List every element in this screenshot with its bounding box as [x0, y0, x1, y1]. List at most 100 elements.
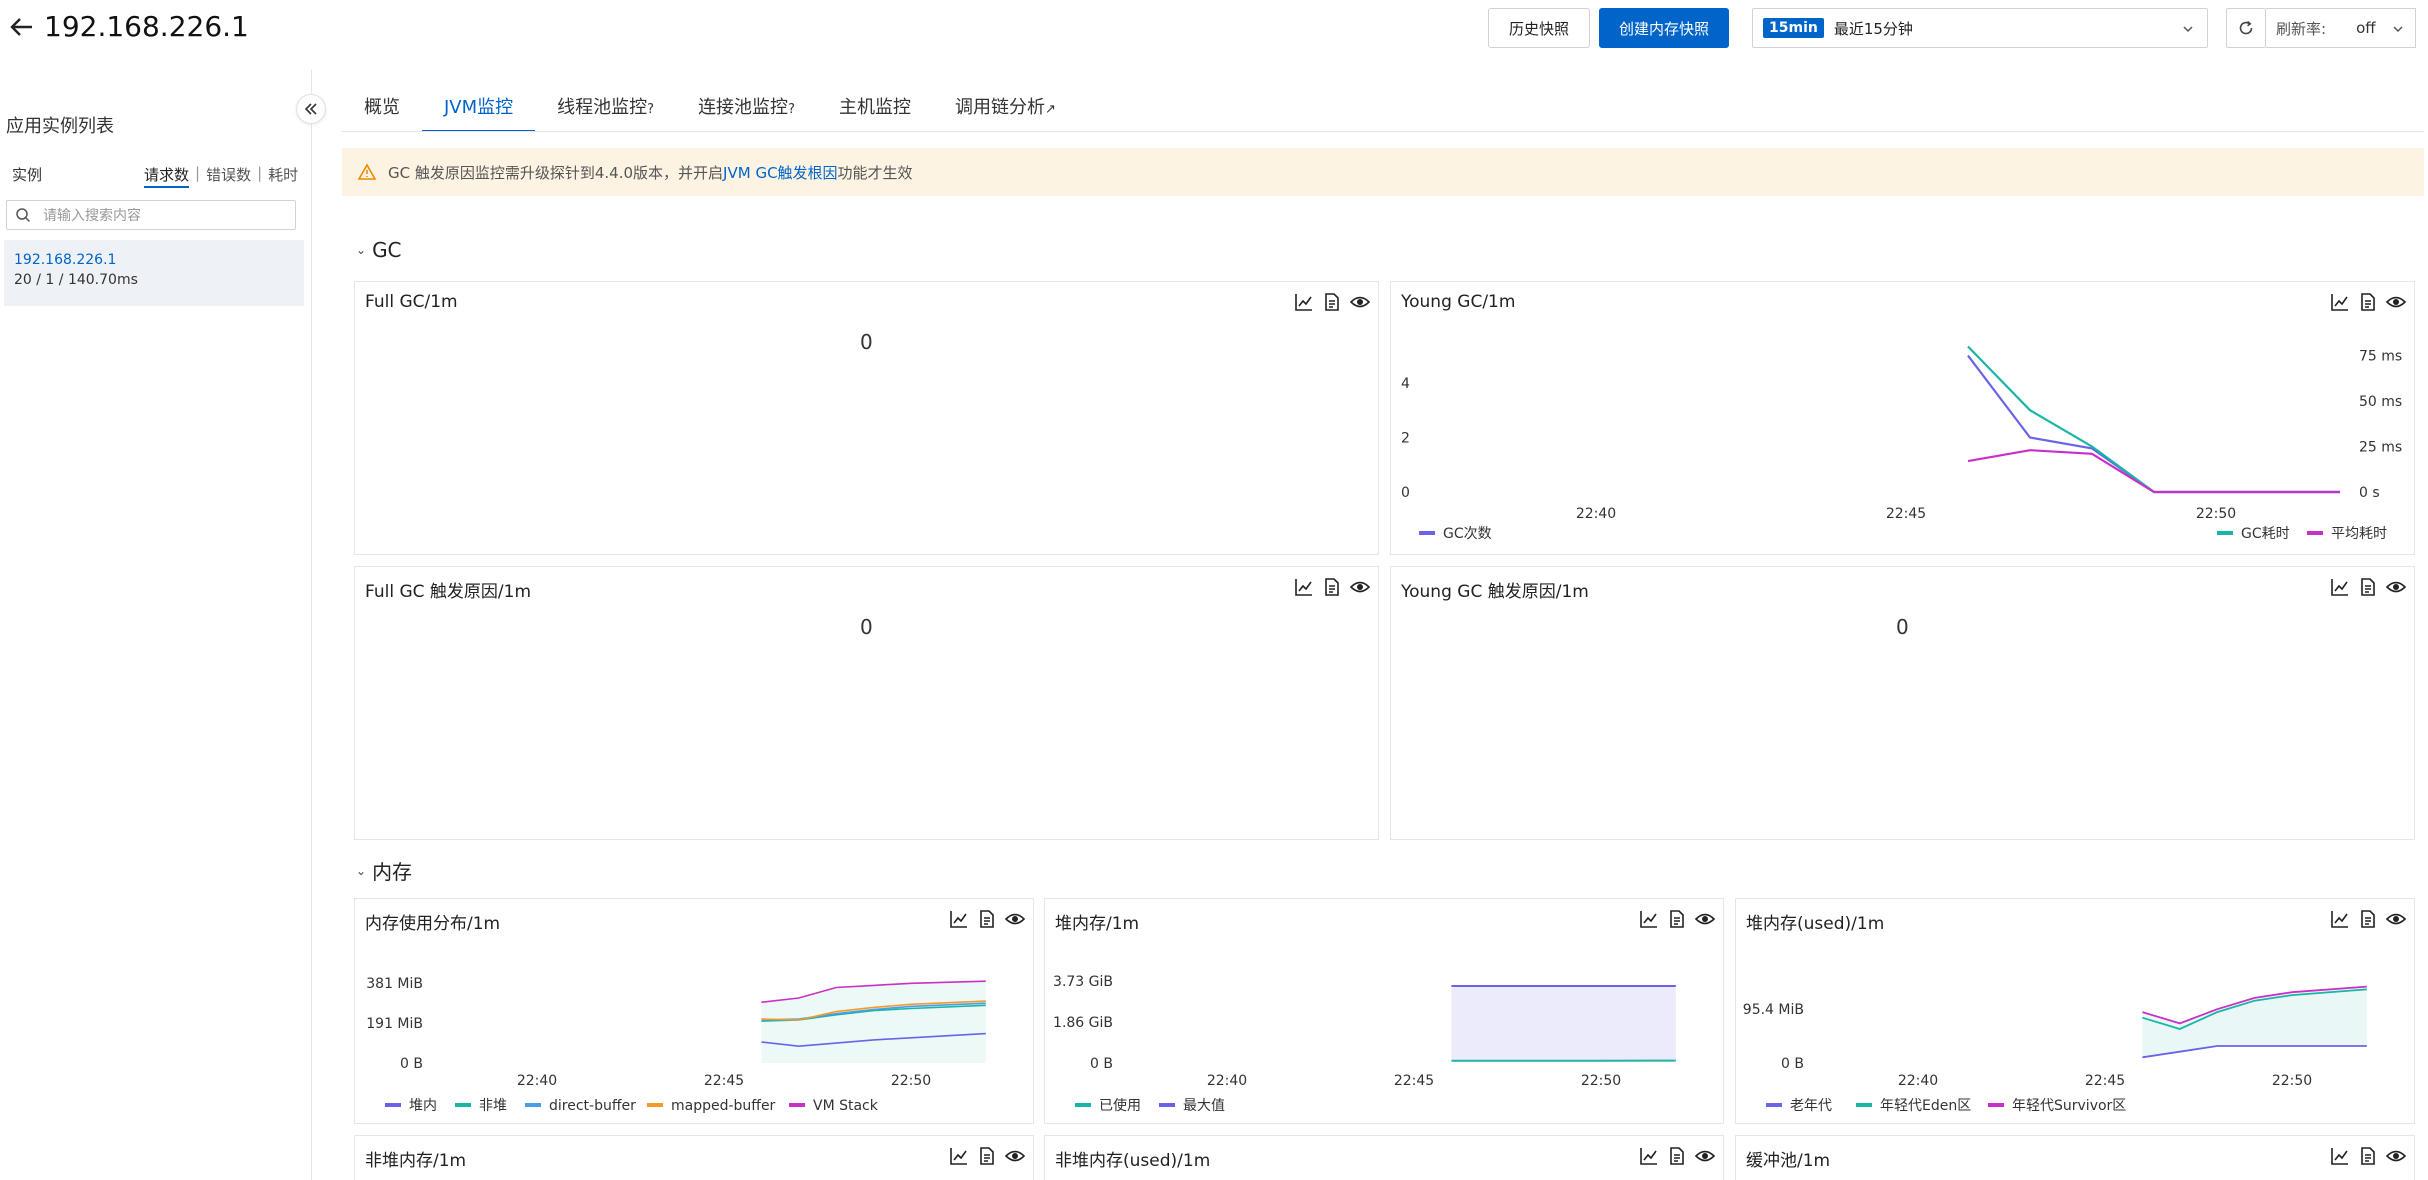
document-icon[interactable] [2358, 1146, 2378, 1166]
y-left-tick-label: 4 [1401, 376, 1410, 392]
x-tick-label: 22:40 [1898, 1073, 1938, 1089]
y-tick-label: 95.4 MiB [1743, 1002, 1804, 1018]
legend-label: direct-buffer [549, 1098, 636, 1114]
tab-threadpool[interactable]: 线程池监控? [535, 90, 676, 132]
eye-icon[interactable] [1350, 577, 1370, 597]
tab-jvm[interactable]: JVM监控 [422, 90, 536, 132]
tab-overview[interactable]: 概览 [342, 90, 422, 132]
card-heap-used: 堆内存(used)/1m 0 B 95.4 MiB 22:40 22:45 22:50 老… [1735, 898, 2415, 1124]
card-young-gc: Young GC/1m 0240 s 25 ms 50 ms 75 ms 22:40 22… [1390, 281, 2415, 555]
tab-connpool[interactable]: 连接池监控? [676, 90, 817, 132]
line-chart-icon[interactable] [1294, 292, 1314, 312]
instance-ip[interactable]: 192.168.226.1 [14, 252, 294, 268]
y-tick-label: 191 MiB [366, 1016, 423, 1032]
eye-icon[interactable] [1695, 1146, 1715, 1166]
tab-trace[interactable]: 调用链分析↗ [933, 90, 1078, 132]
create-memory-snapshot-button[interactable]: 创建内存快照 [1599, 8, 1729, 48]
legend-swatch [455, 1103, 471, 1107]
y-left-tick-label: 2 [1401, 430, 1410, 446]
card-young-gc-cause: Young GC 触发原因/1m 0 [1390, 566, 2415, 840]
card-title: 缓冲池/1m [1746, 1151, 1831, 1171]
legend-swatch [2307, 531, 2323, 535]
x-tick-label: 22:50 [2272, 1073, 2312, 1089]
time-range-badge: 15min [1763, 18, 1824, 38]
refresh-button[interactable] [2226, 8, 2266, 48]
card-title: 非堆内存(used)/1m [1055, 1151, 1211, 1171]
y-right-tick-label: 0 s [2359, 485, 2380, 501]
y-tick-label: 381 MiB [366, 976, 423, 992]
page-title: 192.168.226.1 [44, 10, 249, 43]
legend-label: 非堆 [479, 1098, 507, 1114]
notice-text-suffix: 功能才生效 [837, 163, 913, 182]
y-right-tick-label: 25 ms [2359, 440, 2402, 456]
legend-swatch [1419, 531, 1435, 535]
eye-icon[interactable] [2386, 1146, 2406, 1166]
legend-swatch [1766, 1103, 1782, 1107]
line-chart-icon[interactable] [1294, 577, 1314, 597]
history-snapshot-button[interactable]: 历史快照 [1488, 8, 1590, 48]
sidebar-search-input[interactable]: 请输入搜索内容 [6, 200, 296, 230]
legend-swatch [1075, 1103, 1091, 1107]
time-range-select[interactable]: 15min 最近15分钟 [1752, 8, 2208, 48]
x-tick-label: 22:50 [1581, 1073, 1621, 1089]
metric-tab-latency[interactable]: 耗时 [268, 164, 298, 188]
card-heap-memory: 堆内存/1m 0 B 1.86 GiB 3.73 GiB 22:40 22:45 22:5… [1044, 898, 1724, 1124]
document-icon[interactable] [1322, 292, 1342, 312]
legend-label: 最大值 [1183, 1098, 1225, 1114]
eye-icon[interactable] [1350, 292, 1370, 312]
back-arrow-icon[interactable] [6, 12, 36, 42]
x-tick-label: 22:45 [1886, 506, 1926, 522]
document-icon[interactable] [1667, 1146, 1687, 1166]
area-fill [761, 981, 986, 1063]
sidebar-metric-tabs: 请求数 | 错误数 | 耗时 [144, 164, 298, 188]
document-icon[interactable] [977, 1146, 997, 1166]
sidebar-column-instance: 实例 [12, 166, 43, 184]
legend-label: GC耗时 [2241, 526, 2290, 542]
legend-swatch [2217, 531, 2233, 535]
line-chart-icon[interactable] [1639, 1146, 1659, 1166]
instance-list-item[interactable]: 192.168.226.1 20 / 1 / 140.70ms [4, 240, 304, 306]
section-gc-toggle[interactable]: ⌄ GC [356, 238, 402, 262]
card-title: Full GC 触发原因/1m [365, 582, 532, 602]
double-chevron-left-icon [304, 103, 317, 115]
eye-icon[interactable] [1005, 1146, 1025, 1166]
card-empty-value: 0 [860, 615, 873, 639]
card-full-gc: Full GC/1m 0 [354, 281, 1379, 555]
card-empty-value: 0 [860, 330, 873, 354]
section-memory-toggle[interactable]: ⌄ 内存 [356, 856, 412, 885]
eye-icon[interactable] [2386, 577, 2406, 597]
legend-swatch [385, 1103, 401, 1107]
notice-link[interactable]: JVM GC触发根因 [723, 162, 838, 183]
x-tick-label: 22:45 [1394, 1073, 1434, 1089]
tabs-divider [342, 131, 2424, 132]
x-tick-label: 22:50 [891, 1073, 931, 1089]
document-icon[interactable] [1322, 577, 1342, 597]
legend-label: 老年代 [1790, 1098, 1832, 1114]
metric-tab-errors[interactable]: 错误数 [206, 164, 251, 188]
legend-label: 已使用 [1099, 1097, 1141, 1114]
memory-distribution-chart: 0 B 191 MiB 381 MiB 22:40 22:45 22:50 堆内 非堆 dire… [366, 976, 986, 1114]
card-empty-value: 0 [1896, 615, 1909, 639]
chevron-down-icon: ⌄ [356, 243, 367, 257]
chevron-down-icon: ⌄ [356, 863, 367, 878]
sidebar-divider [311, 70, 312, 1180]
instance-stats: 20 / 1 / 140.70ms [14, 272, 138, 288]
sidebar-title: 应用实例列表 [6, 116, 114, 137]
tab-host[interactable]: 主机监控 [817, 90, 933, 132]
line-chart-icon[interactable] [949, 1146, 969, 1166]
x-tick-label: 22:45 [2085, 1073, 2125, 1089]
metric-tab-requests[interactable]: 请求数 [144, 164, 190, 188]
legend-swatch [647, 1103, 663, 1107]
y-right-tick-label: 50 ms [2359, 394, 2402, 410]
line-chart-icon[interactable] [2330, 1146, 2350, 1166]
document-icon[interactable] [2358, 577, 2378, 597]
collapse-sidebar-button[interactable] [296, 94, 326, 124]
legend-swatch [1159, 1103, 1175, 1107]
refresh-rate-select[interactable]: 刷新率: off [2266, 8, 2416, 48]
refresh-rate-label: 刷新率: [2276, 19, 2327, 38]
y-tick-label: 0 B [400, 1056, 423, 1072]
heap-memory-chart: 0 B 1.86 GiB 3.73 GiB 22:40 22:45 22:50 已使用 最大值 [1053, 974, 1676, 1114]
line-chart-icon[interactable] [2330, 577, 2350, 597]
legend-label: VM Stack [813, 1098, 879, 1114]
refresh-icon [2239, 20, 2253, 35]
